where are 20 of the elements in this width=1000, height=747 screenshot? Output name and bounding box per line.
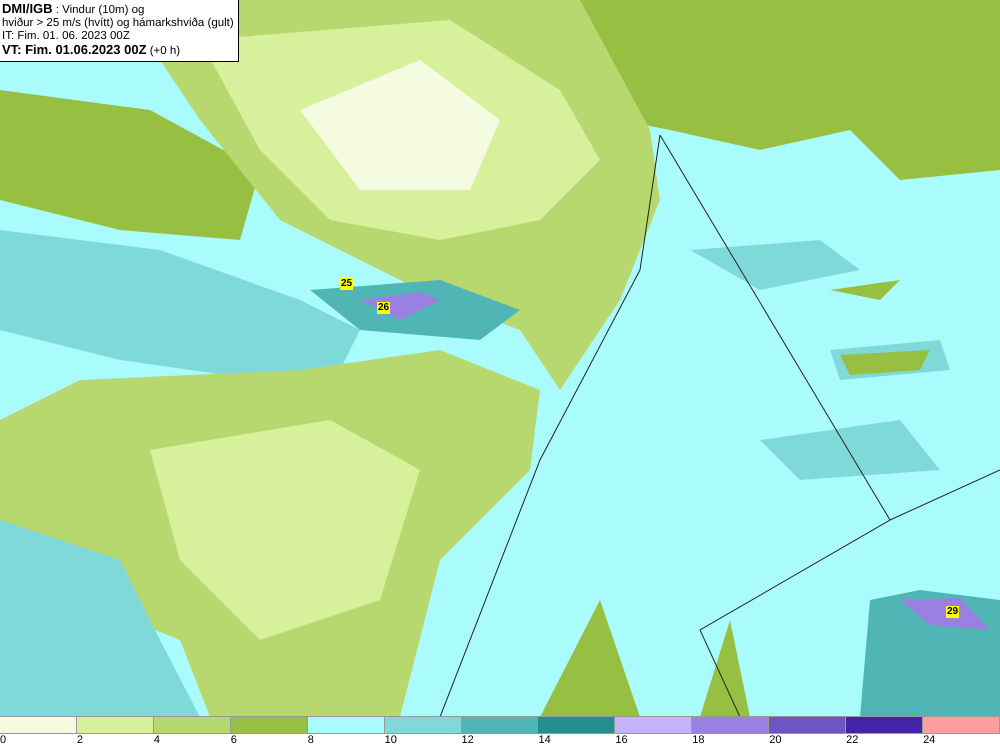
legend-label: 10 [384, 734, 397, 747]
legend-label: 22 [846, 734, 858, 747]
valid-time: VT: Fim. 01.06.2023 00Z (+0 h) [2, 43, 182, 58]
gust-label: 26 [377, 302, 390, 314]
gust-label: 25 [340, 278, 354, 290]
legend-label: 18 [692, 734, 705, 747]
subtitle-text: hviður > 25 m/s (hvítt) og hámarkshviða (gult) [2, 17, 234, 30]
legend-label: 2 [76, 734, 84, 747]
legend-label: 20 [769, 734, 782, 747]
legend-label: 0 [0, 734, 6, 747]
legend-label: 14 [538, 734, 551, 747]
legend-label: 12 [462, 734, 474, 747]
legend-label: 6 [230, 734, 237, 747]
legend-label: 8 [308, 734, 314, 747]
gust-label: 29 [946, 606, 960, 618]
title-text: DMI/IGB : Vindur (10m) og [2, 2, 146, 17]
legend-label: 24 [923, 734, 936, 747]
legend-label: 4 [154, 734, 160, 747]
issue-time: IT: Fim. 01. 06. 2023 00Z [2, 30, 131, 43]
legend-label: 16 [615, 734, 628, 747]
